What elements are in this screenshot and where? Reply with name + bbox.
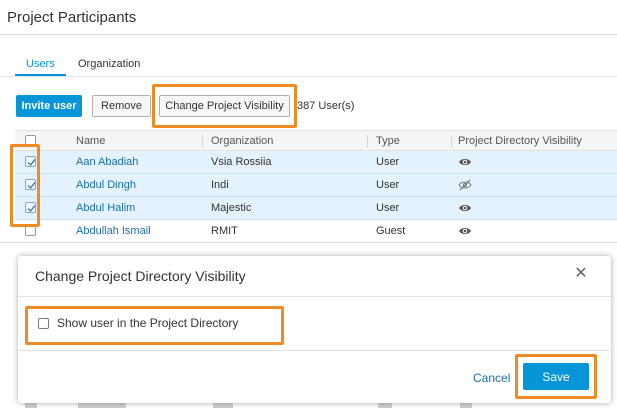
organization-cell: Vsia Rossiia (211, 156, 272, 168)
table-row[interactable]: Abdullah Ismail RMIT Guest (15, 220, 617, 243)
background-row-fragment (25, 403, 37, 408)
background-row-fragment (378, 403, 392, 408)
row-checkbox[interactable] (25, 202, 36, 213)
save-button[interactable]: Save (523, 363, 589, 390)
organization-cell: Indi (211, 179, 229, 191)
row-checkbox[interactable] (25, 156, 36, 167)
column-separator (451, 135, 452, 148)
grid-header: Name Organization Type Project Directory… (15, 130, 617, 151)
organization-cell: Majestic (211, 202, 252, 214)
type-cell: User (376, 156, 400, 168)
column-header-name[interactable]: Name (76, 135, 105, 147)
show-in-directory-label[interactable]: Show user in the Project Directory (57, 316, 238, 330)
close-icon[interactable]: ✕ (573, 266, 589, 282)
change-visibility-dialog: Change Project Directory Visibility ✕ Sh… (18, 256, 611, 403)
tabs-divider (0, 76, 617, 77)
grid-divider (0, 242, 617, 243)
user-name-link[interactable]: Aan Abadiah (76, 156, 138, 168)
eye-icon[interactable] (458, 202, 472, 214)
eye-off-icon[interactable] (458, 179, 472, 191)
tab-users[interactable]: Users (26, 58, 55, 70)
tab-organization[interactable]: Organization (78, 58, 140, 70)
column-separator (367, 135, 368, 148)
background-row-fragment (460, 403, 472, 408)
type-cell: User (376, 202, 400, 214)
change-project-visibility-button[interactable]: Change Project Visibility (159, 95, 290, 117)
eye-icon[interactable] (458, 156, 472, 168)
user-count: 387 User(s) (297, 100, 355, 112)
select-all-checkbox[interactable] (25, 135, 36, 146)
type-cell: User (376, 179, 400, 191)
background-row-fragment (213, 403, 233, 408)
table-row[interactable]: Abdul Dingh Indi User (15, 174, 617, 197)
checkmark-icon (27, 182, 36, 190)
dialog-footer-divider (18, 350, 611, 351)
dialog-title: Change Project Directory Visibility (35, 268, 246, 284)
dialog-header-divider (18, 296, 611, 297)
table-row[interactable]: Abdul Halim Majestic User (15, 197, 617, 220)
type-cell: Guest (376, 225, 406, 237)
column-header-visibility[interactable]: Project Directory Visibility (458, 135, 582, 147)
page-title: Project Participants (7, 9, 137, 26)
column-header-type[interactable]: Type (376, 135, 400, 147)
row-checkbox[interactable] (25, 225, 36, 236)
remove-button[interactable]: Remove (92, 95, 151, 117)
column-separator (202, 135, 203, 148)
checkmark-icon (27, 159, 36, 167)
show-in-directory-checkbox[interactable] (38, 318, 49, 329)
cancel-button[interactable]: Cancel (473, 371, 510, 385)
row-checkbox[interactable] (25, 179, 36, 190)
checkmark-icon (27, 205, 36, 213)
organization-cell: RMIT (211, 225, 238, 237)
invite-user-button[interactable]: Invite user (16, 95, 82, 117)
background-row-fragment (78, 403, 126, 408)
user-name-link[interactable]: Abdul Halim (76, 202, 135, 214)
eye-icon[interactable] (458, 225, 472, 237)
user-name-link[interactable]: Abdullah Ismail (76, 225, 151, 237)
table-row[interactable]: Aan Abadiah Vsia Rossiia User (15, 151, 617, 174)
user-name-link[interactable]: Abdul Dingh (76, 179, 136, 191)
column-header-organization[interactable]: Organization (211, 135, 273, 147)
title-divider (0, 34, 617, 35)
